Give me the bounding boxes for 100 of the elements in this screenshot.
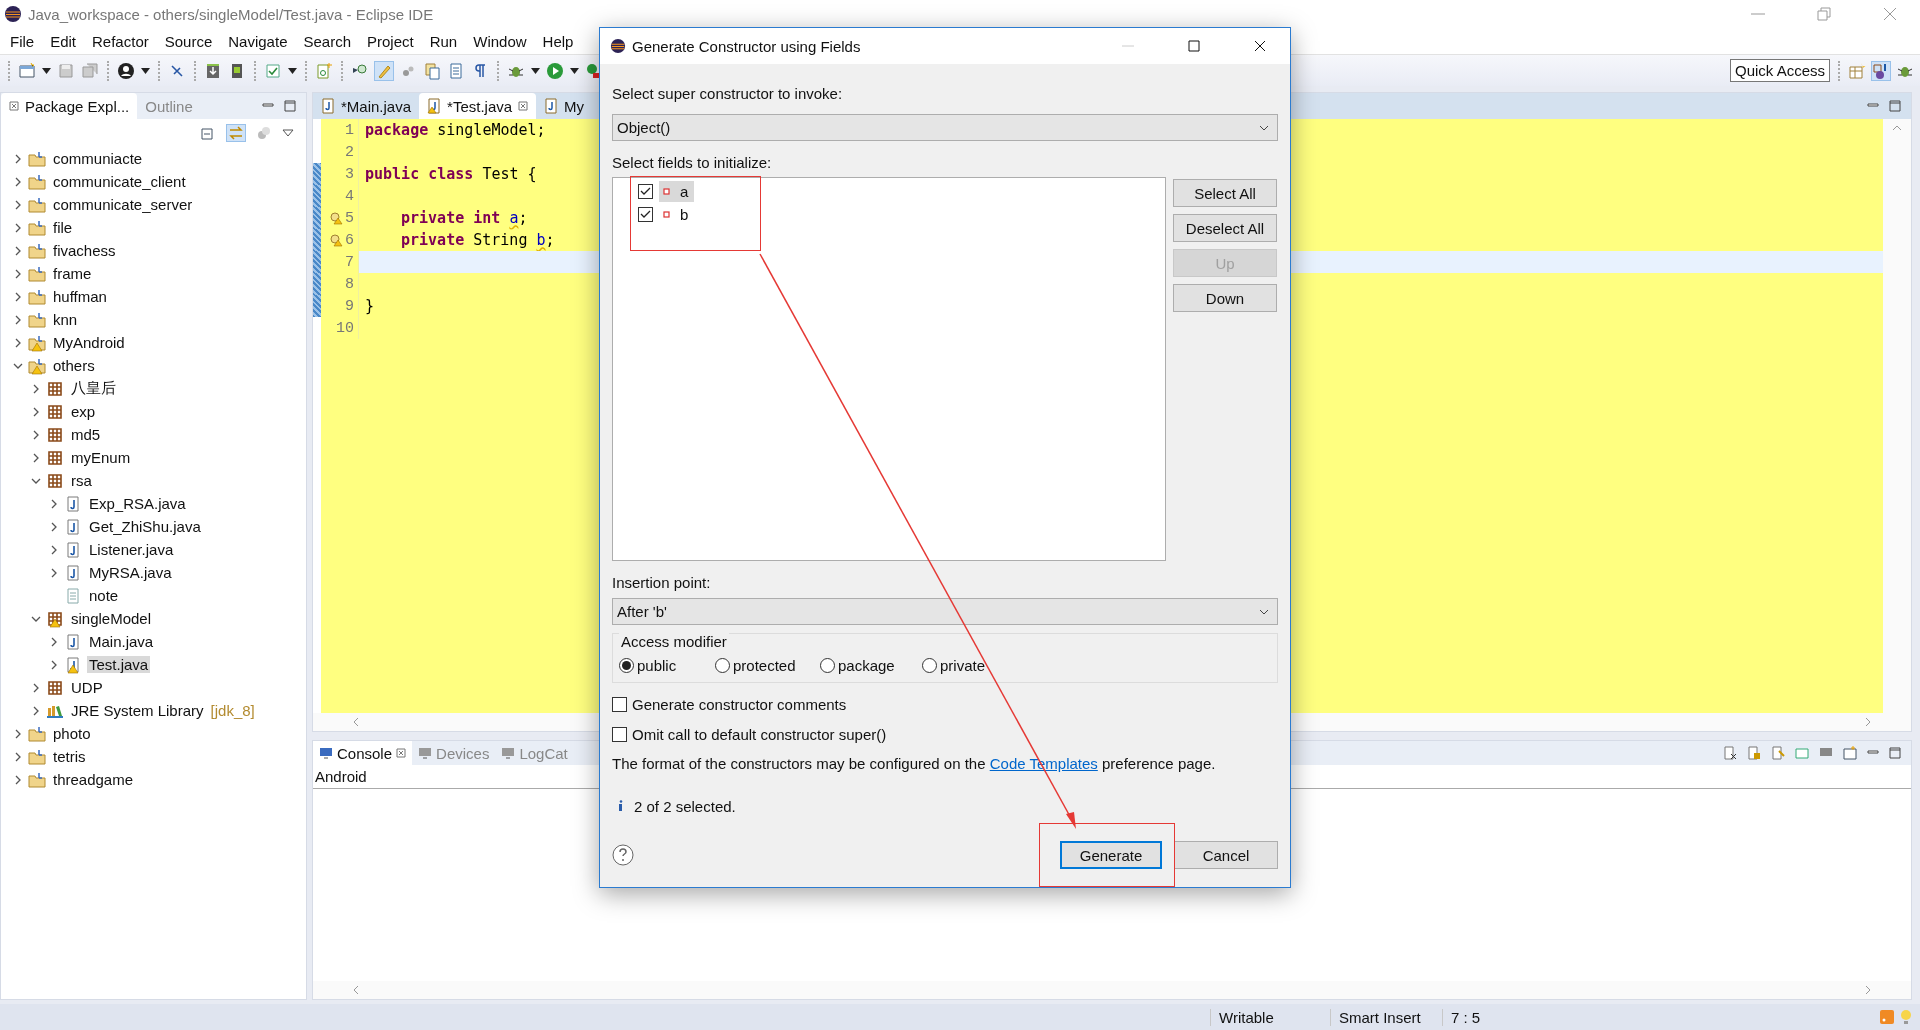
chevron-right-icon[interactable] [13,222,23,233]
tree-item[interactable]: Main.java [87,633,156,650]
menu-item[interactable]: Navigate [220,32,296,50]
tree-item[interactable]: Test.java [87,656,151,673]
chevron-right-icon[interactable] [13,153,23,164]
chevron-right-icon[interactable] [31,429,41,440]
checkbox-label[interactable]: Omit call to default constructor super() [632,725,887,743]
chevron-right-icon[interactable] [49,636,59,647]
maximize-icon[interactable] [1889,747,1901,759]
panel-tab[interactable]: Console [313,741,413,765]
chevron-right-icon[interactable] [13,176,23,187]
chevron-right-icon[interactable] [13,337,23,348]
menu-item[interactable]: Run [421,32,466,50]
menu-item[interactable]: Window [465,32,535,50]
chevron-right-icon[interactable] [31,452,41,463]
chevron-right-icon[interactable] [13,751,23,762]
chevron-right-icon[interactable] [13,245,23,256]
panel-tab[interactable]: Package Expl... [1,93,138,119]
tree-item[interactable]: singleModel [69,610,154,627]
checkbox[interactable] [612,726,627,742]
menu-item[interactable]: Source [156,32,221,50]
radio-label[interactable]: private [940,656,986,674]
tree-item[interactable]: 八皇后 [69,379,118,398]
menu-item[interactable]: Project [359,32,422,50]
caret-icon[interactable] [42,67,51,74]
menu-item[interactable]: Edit [42,32,85,50]
window-icon[interactable] [18,61,36,80]
tree-item[interactable]: huffman [51,288,109,305]
tree-item[interactable]: Exp_RSA.java [87,495,188,512]
tree-item[interactable]: MyAndroid [51,334,127,351]
tree-item[interactable]: communicate_server [51,196,195,213]
caret-icon[interactable] [570,67,579,74]
chevron-right-icon[interactable] [13,199,23,210]
caret-icon[interactable] [288,67,297,74]
chevron-right-icon[interactable] [49,567,59,578]
tree-item[interactable]: frame [51,265,94,282]
radio-button[interactable] [715,657,730,673]
chevron-right-icon[interactable] [13,314,23,325]
checkbox[interactable] [638,207,653,222]
list-button[interactable]: Select All [1173,179,1277,207]
tree-item[interactable]: fivachess [51,242,118,259]
clear-console-icon[interactable] [1723,746,1737,760]
radio-button[interactable] [820,657,835,673]
editor-tab[interactable]: *Test.java [419,93,537,119]
play-icon[interactable] [546,61,564,80]
tree-item[interactable]: Listener.java [87,541,176,558]
constructor-select[interactable]: Object() [612,114,1278,141]
dialog-button[interactable]: Generate [1060,841,1162,869]
scroll-up-icon[interactable] [1892,125,1902,131]
checkbox-label[interactable]: Generate constructor comments [632,695,847,713]
tree-item[interactable]: MyRSA.java [87,564,174,581]
maximize-icon[interactable] [284,100,296,112]
scroll-right-icon[interactable] [1865,717,1871,727]
new-window-icon[interactable] [1843,746,1857,760]
tree-item[interactable]: md5 [69,426,103,443]
radio-button[interactable] [619,657,634,673]
caret-icon[interactable] [141,67,150,74]
tree-item[interactable]: tetris [51,748,88,765]
editor-tab[interactable]: My [536,93,593,119]
lock-icon[interactable] [1747,746,1761,760]
radio-label[interactable]: protected [733,656,796,674]
tree-item[interactable]: exp [69,403,98,420]
chevron-right-icon[interactable] [31,406,41,417]
close-icon[interactable] [9,101,19,111]
checkbox[interactable] [612,696,627,712]
field-item[interactable]: b [659,204,695,225]
list-button[interactable]: Down [1173,284,1277,312]
dialog-button[interactable]: Cancel [1174,841,1278,869]
chevron-right-icon[interactable] [31,682,41,693]
chevron-right-icon[interactable] [31,705,41,716]
bulb-warning-icon[interactable] [329,233,343,247]
menu-item[interactable]: Refactor [84,32,157,50]
menu-item[interactable]: Search [295,32,359,50]
editor-tab[interactable]: *Main.java [313,93,420,119]
chevron-right-icon[interactable] [13,291,23,302]
radio-button[interactable] [922,657,937,673]
tree-item[interactable]: myEnum [69,449,133,466]
chevron-right-icon[interactable] [31,383,41,394]
tree-item[interactable]: communiacte [51,150,145,167]
radio-label[interactable]: public [637,656,677,674]
tree-item[interactable]: note [87,587,121,604]
scroll-left-icon[interactable] [353,717,359,727]
chevron-right-icon[interactable] [49,659,59,670]
checkbox[interactable] [638,184,653,199]
person-icon[interactable] [117,61,135,80]
menu-item[interactable]: File [2,32,43,50]
tree-item[interactable]: communicate_client [51,173,188,190]
scroll-left-icon[interactable] [353,985,359,995]
bulb-warning-icon[interactable] [329,211,343,225]
help-icon[interactable] [612,844,634,866]
maximize-icon[interactable] [1889,100,1901,112]
insertion-select[interactable]: After 'b' [612,598,1278,625]
chevron-right-icon[interactable] [49,498,59,509]
view-menu-icon[interactable] [282,129,294,137]
list-button[interactable]: Deselect All [1173,214,1277,242]
close-icon[interactable] [396,748,407,758]
tree-item[interactable]: threadgame [51,771,136,788]
chevron-right-icon[interactable] [13,268,23,279]
quick-access-field[interactable]: Quick Access [1729,59,1830,82]
chevron-right-icon[interactable] [13,728,23,739]
